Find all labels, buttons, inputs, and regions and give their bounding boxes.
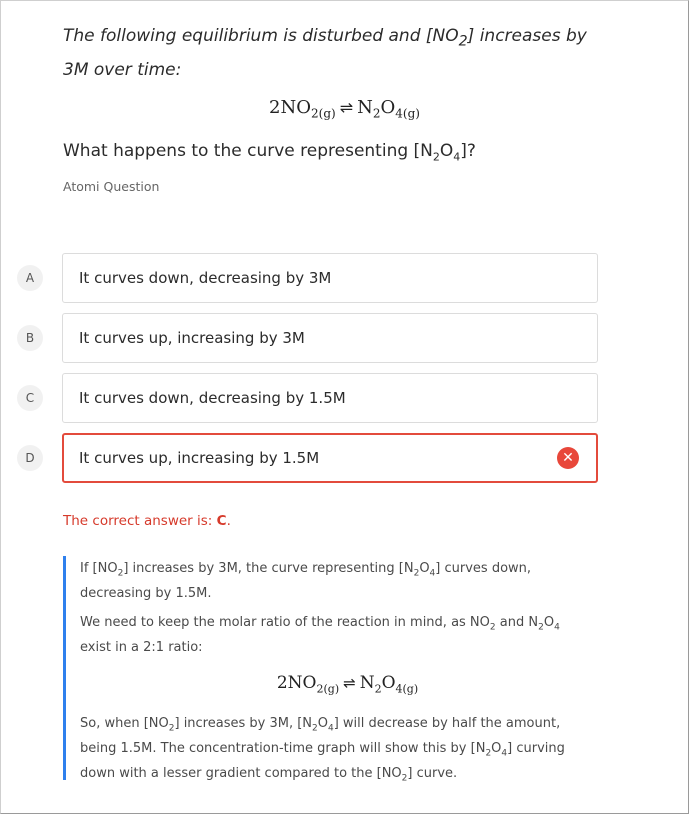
question-source: Atomi Question xyxy=(63,179,160,194)
option-c-text: It curves down, decreasing by 1.5M xyxy=(79,389,346,407)
question-prompt: What happens to the curve representing [… xyxy=(63,141,476,164)
explanation-equation: 2NO2(g) ⇌ N2O4(g) xyxy=(276,673,419,696)
option-d[interactable]: It curves up, increasing by 1.5M ✕ xyxy=(62,433,598,483)
option-letter-b: B xyxy=(17,325,43,351)
question-intro: The following equilibrium is disturbed a… xyxy=(63,26,587,81)
explanation-paragraph-1: If [NO2] increases by 3M, the curve repr… xyxy=(80,561,532,602)
option-b-text: It curves up, increasing by 3M xyxy=(79,329,305,347)
option-a[interactable]: It curves down, decreasing by 3M xyxy=(62,253,598,303)
correct-answer-text: The correct answer is: C. xyxy=(63,513,231,529)
equilibrium-equation: 2NO2(g) ⇌ N2O4(g) xyxy=(269,97,420,121)
option-b[interactable]: It curves up, increasing by 3M xyxy=(62,313,598,363)
option-c[interactable]: It curves down, decreasing by 1.5M xyxy=(62,373,598,423)
close-icon: ✕ xyxy=(557,447,579,469)
option-a-text: It curves down, decreasing by 3M xyxy=(79,269,332,287)
explanation-panel: If [NO2] increases by 3M, the curve repr… xyxy=(63,556,591,784)
option-letter-d: D xyxy=(17,445,43,471)
option-letter-c: C xyxy=(17,385,43,411)
explanation-paragraph-2: We need to keep the molar ratio of the r… xyxy=(80,615,560,656)
option-d-text: It curves up, increasing by 1.5M xyxy=(79,449,320,467)
option-letter-a: A xyxy=(17,265,43,291)
explanation-paragraph-3: So, when [NO2] increases by 3M, [N2O4] w… xyxy=(80,716,565,784)
